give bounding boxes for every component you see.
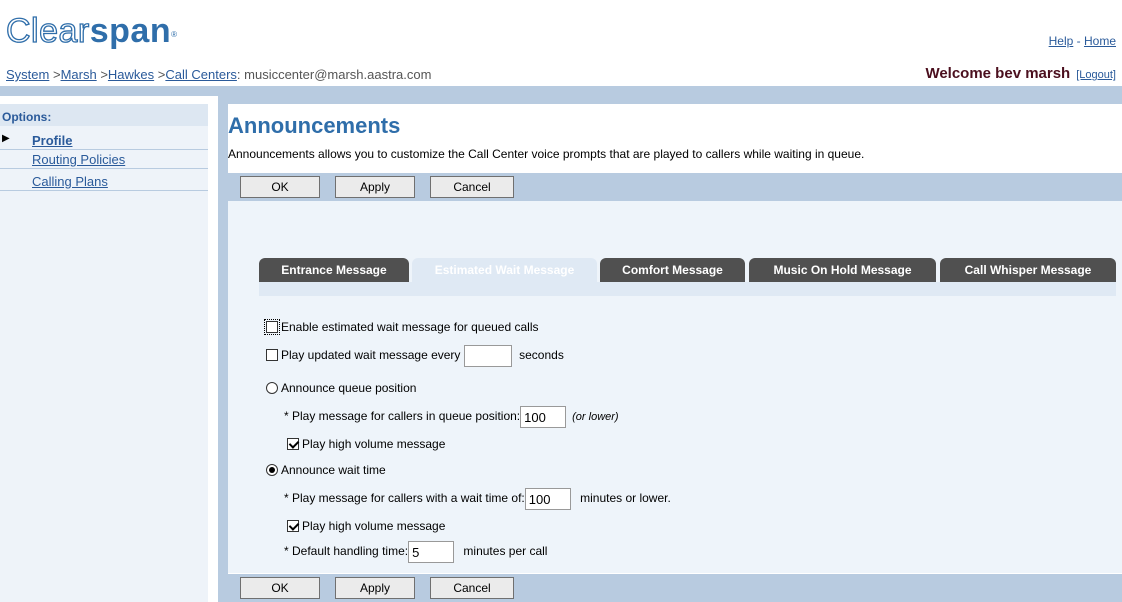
enable-estimated-wait-checkbox[interactable]: [264, 319, 280, 335]
position-high-volume-row: Play high volume message: [287, 437, 445, 451]
announce-queue-position-row: Announce queue position: [266, 381, 416, 395]
breadcrumb-current: : musiccenter@marsh.aastra.com: [236, 67, 432, 82]
page-title: Announcements: [228, 113, 401, 138]
sidebar-item-routing-policies[interactable]: Routing Policies: [0, 152, 208, 169]
announce-queue-position-label: Announce queue position: [281, 381, 417, 395]
help-link[interactable]: Help: [1049, 34, 1074, 48]
tab-entrance-message[interactable]: Entrance Message: [259, 258, 409, 282]
page-description: Announcements allows you to customize th…: [228, 147, 865, 161]
tab-music-on-hold-message[interactable]: Music On Hold Message: [749, 258, 936, 282]
sidebar-item-label[interactable]: Routing Policies: [32, 152, 125, 167]
top-links: Help - Home: [1049, 34, 1116, 48]
tab-call-whisper-message[interactable]: Call Whisper Message: [940, 258, 1116, 282]
cancel-button-bottom[interactable]: Cancel: [430, 577, 514, 599]
default-handling-unit: minutes per call: [463, 544, 548, 559]
tab-estimated-wait-message[interactable]: Estimated Wait Message: [412, 258, 597, 282]
logo-text-span: span: [89, 12, 172, 50]
logout-link[interactable]: [Logout]: [1076, 69, 1116, 81]
breadcrumb-hawkes[interactable]: Hawkes: [108, 67, 154, 82]
breadcrumb-separator: >: [52, 67, 61, 82]
sidebar-item-calling-plans[interactable]: Calling Plans: [0, 174, 208, 191]
sidebar-item-label[interactable]: Profile: [32, 133, 72, 148]
announce-wait-time-label: Announce wait time: [281, 463, 386, 477]
default-handling-row: * Default handling time: minutes per cal…: [284, 541, 547, 563]
queue-position-prompt: * Play message for callers in queue posi…: [284, 409, 521, 424]
logo-registered-mark: ®: [171, 30, 178, 39]
tab-underline: [259, 282, 1116, 296]
wait-time-prompt: * Play message for callers with a wait t…: [284, 491, 525, 506]
queue-position-row: * Play message for callers in queue posi…: [284, 406, 619, 428]
clearspan-logo: Clearspan®: [5, 11, 178, 50]
position-high-volume-checkbox[interactable]: [287, 438, 299, 450]
default-handling-prompt: * Default handling time:: [284, 544, 409, 559]
announce-wait-time-radio[interactable]: [266, 464, 278, 476]
play-updated-label: Play updated wait message every: [281, 348, 461, 363]
bottom-button-bar: OK Apply Cancel: [228, 574, 1122, 602]
welcome-text: Welcome bev marsh: [925, 65, 1071, 82]
announce-wait-time-row: Announce wait time: [266, 463, 386, 477]
wait-time-input[interactable]: [524, 488, 571, 510]
queue-position-input[interactable]: [520, 406, 567, 428]
breadcrumb-marsh[interactable]: Marsh: [61, 67, 97, 82]
play-updated-unit: seconds: [519, 348, 564, 363]
position-high-volume-label: Play high volume message: [302, 437, 446, 451]
tab-comfort-message[interactable]: Comfort Message: [600, 258, 745, 282]
wait-time-unit: minutes or lower.: [580, 491, 671, 506]
announce-queue-position-radio[interactable]: [266, 382, 278, 394]
sidebar: Options: ▶ Profile Routing Policies Call…: [0, 104, 208, 602]
enable-estimated-wait-row: Enable estimated wait message for queued…: [264, 319, 539, 335]
top-links-separator: -: [1073, 34, 1084, 48]
breadcrumb-system[interactable]: System: [6, 67, 49, 82]
play-updated-checkbox[interactable]: [266, 349, 278, 362]
apply-button-bottom[interactable]: Apply: [335, 577, 415, 599]
default-handling-input[interactable]: [408, 541, 455, 563]
ok-button-bottom[interactable]: OK: [240, 577, 320, 599]
breadcrumb-separator: >: [100, 67, 108, 82]
sidebar-item-profile[interactable]: ▶ Profile: [0, 133, 208, 150]
wait-high-volume-label: Play high volume message: [302, 519, 446, 533]
sidebar-item-label[interactable]: Calling Plans: [32, 174, 108, 189]
enable-estimated-wait-label: Enable estimated wait message for queued…: [281, 320, 539, 334]
header-divider: [0, 86, 1122, 96]
breadcrumb: System >Marsh >Hawkes >Call Centers: mus…: [6, 67, 431, 82]
top-button-bar: OK Apply Cancel: [228, 173, 1122, 201]
wait-high-volume-checkbox[interactable]: [287, 520, 299, 532]
play-updated-row: Play updated wait message every seconds: [266, 345, 564, 367]
sidebar-title: Options:: [0, 104, 208, 126]
play-updated-seconds-input[interactable]: [463, 345, 512, 367]
cancel-button[interactable]: Cancel: [430, 176, 514, 198]
breadcrumb-call-centers[interactable]: Call Centers: [165, 67, 237, 82]
wait-time-row: * Play message for callers with a wait t…: [284, 488, 671, 510]
queue-position-hint: (or lower): [572, 411, 619, 424]
wait-high-volume-row: Play high volume message: [287, 519, 445, 533]
current-item-bullet-icon: ▶: [2, 133, 10, 144]
ok-button[interactable]: OK: [240, 176, 320, 198]
logo-text-clear: Clear: [5, 11, 90, 50]
apply-button[interactable]: Apply: [335, 176, 415, 198]
welcome-message: Welcome bev marsh [Logout]: [925, 65, 1116, 82]
home-link[interactable]: Home: [1084, 34, 1116, 48]
